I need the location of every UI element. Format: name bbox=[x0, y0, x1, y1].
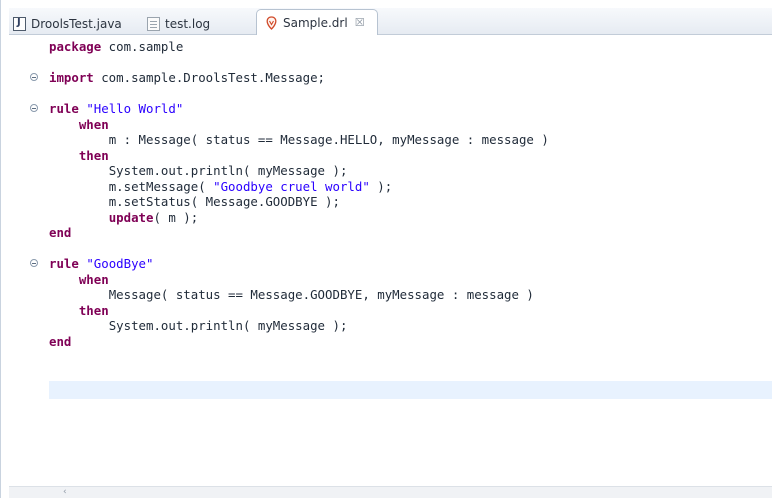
code-text: System.out.println( myMessage ); bbox=[108, 163, 348, 178]
keyword: import bbox=[49, 70, 94, 85]
code-line: m.setMessage( "Goodbye cruel world" ); bbox=[9, 179, 549, 195]
code-text: m.setMessage( bbox=[108, 178, 214, 194]
keyword: package bbox=[49, 39, 102, 54]
code-text: com.sample.DroolsTest.Message; bbox=[93, 70, 326, 85]
code-text: Message( status == Message.GOODBYE, myMe… bbox=[108, 287, 534, 302]
code-text: m : Message( status == Message.HELLO, my… bbox=[108, 132, 549, 147]
java-file-icon bbox=[13, 16, 26, 31]
tab-label: Sample.drl bbox=[283, 15, 348, 30]
code-line: import com.sample.DroolsTest.Message; bbox=[9, 70, 549, 86]
keyword: update bbox=[108, 209, 154, 225]
code-line: then bbox=[9, 148, 549, 164]
code-line: update( m ); bbox=[9, 210, 549, 226]
keyword: end bbox=[49, 225, 72, 240]
code-line: System.out.println( myMessage ); bbox=[9, 163, 549, 179]
keyword: then bbox=[78, 302, 109, 318]
string-literal: "GoodBye" bbox=[86, 256, 154, 271]
code-editor[interactable]: package com.sample import com.sample.Dro… bbox=[9, 35, 772, 498]
string-literal: "Goodbye cruel world" bbox=[213, 178, 370, 194]
code-text: ( m ); bbox=[153, 209, 199, 225]
tab-test-log[interactable]: test.log bbox=[147, 12, 210, 35]
tab-label: test.log bbox=[165, 16, 211, 31]
code-line: System.out.println( myMessage ); bbox=[9, 318, 549, 334]
code-line: m.setStatus( Message.GOODBYE ); bbox=[9, 194, 549, 210]
fold-toggle-icon[interactable] bbox=[30, 73, 38, 81]
code-line: then bbox=[9, 303, 549, 319]
fold-toggle-icon[interactable] bbox=[30, 259, 38, 267]
keyword: when bbox=[78, 116, 109, 132]
code-text: System.out.println( myMessage ); bbox=[108, 318, 348, 333]
horizontal-scrollbar[interactable]: ‹ bbox=[9, 486, 772, 498]
text-file-icon bbox=[147, 16, 160, 31]
code-line: package com.sample bbox=[9, 39, 549, 55]
scroll-left-arrow-icon[interactable]: ‹ bbox=[63, 487, 67, 498]
tab-label: DroolsTest.java bbox=[31, 16, 122, 31]
current-line-highlight bbox=[49, 381, 772, 399]
drools-file-icon bbox=[265, 15, 278, 30]
keyword: rule bbox=[49, 256, 79, 271]
keyword: end bbox=[49, 333, 72, 349]
code-text: com.sample bbox=[101, 39, 184, 54]
keyword: then bbox=[78, 147, 109, 163]
code-line: end bbox=[9, 334, 549, 350]
tab-droolstest-java[interactable]: DroolsTest.java bbox=[13, 12, 122, 35]
keyword: when bbox=[78, 271, 109, 287]
tab-sample-drl[interactable]: Sample.drl ☒ bbox=[256, 9, 378, 36]
close-tab-icon[interactable]: ☒ bbox=[355, 16, 365, 29]
code-line: when bbox=[9, 117, 549, 133]
fold-toggle-icon[interactable] bbox=[30, 104, 38, 112]
code-text: m.setStatus( Message.GOODBYE ); bbox=[108, 194, 340, 209]
code-line: rule "Hello World" bbox=[9, 101, 549, 117]
editor-tab-bar: DroolsTest.java test.log Sample.drl ☒ bbox=[9, 8, 772, 36]
code-line: Message( status == Message.GOODBYE, myMe… bbox=[9, 287, 549, 303]
string-literal: "Hello World" bbox=[86, 101, 184, 116]
code-line: m : Message( status == Message.HELLO, my… bbox=[9, 132, 549, 148]
code-text: ); bbox=[369, 178, 393, 194]
code-area: package com.sample import com.sample.Dro… bbox=[9, 39, 549, 349]
code-line: when bbox=[9, 272, 549, 288]
code-line: end bbox=[9, 225, 549, 241]
code-line: rule "GoodBye" bbox=[9, 256, 549, 272]
keyword: rule bbox=[49, 101, 79, 116]
editor-window: DroolsTest.java test.log Sample.drl ☒ pa… bbox=[0, 0, 772, 498]
